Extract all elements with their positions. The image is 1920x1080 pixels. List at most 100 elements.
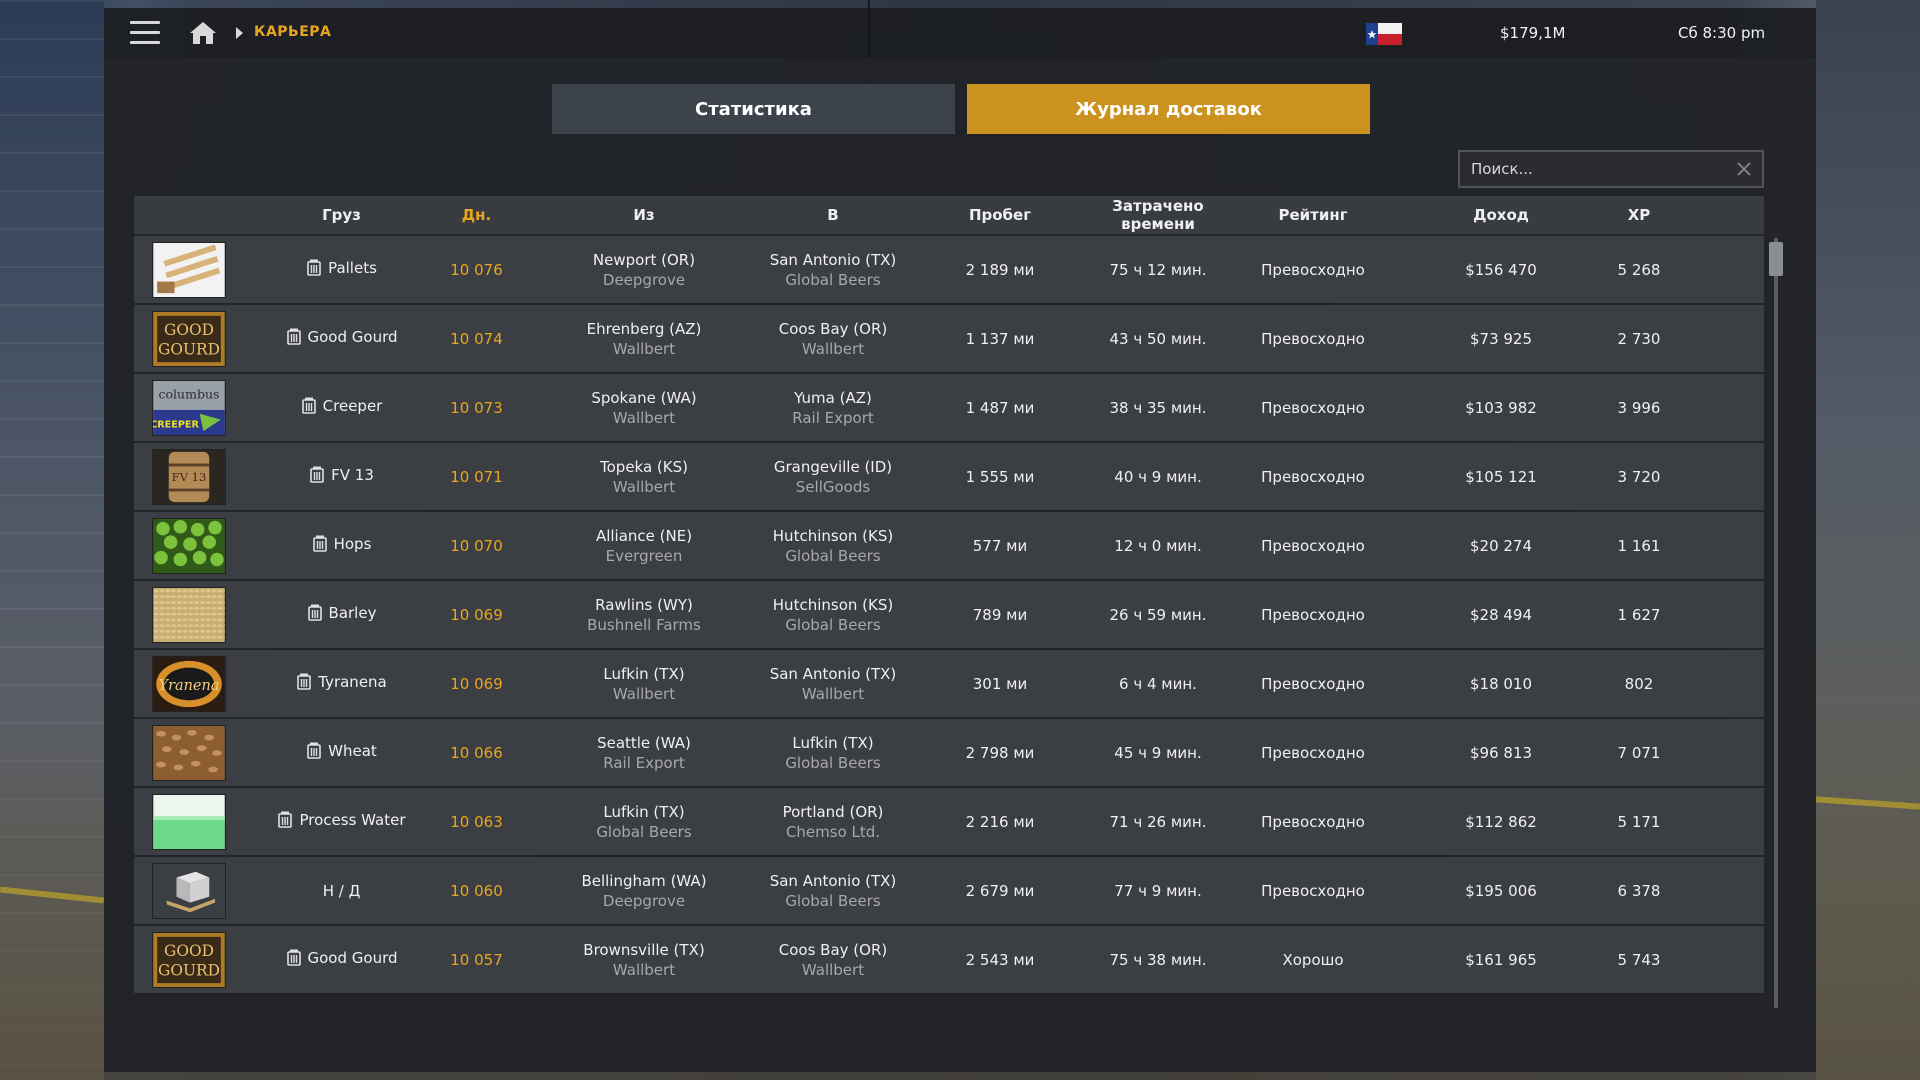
rating: Хорошо bbox=[1282, 950, 1344, 969]
scrollbar-track[interactable] bbox=[1774, 238, 1778, 1008]
hamburger-icon[interactable] bbox=[130, 21, 160, 45]
table-header: Груз Дн. Из В Пробег Затрачено времени Р… bbox=[134, 196, 1764, 234]
game-time: Сб 8:30 pm bbox=[1678, 24, 1766, 42]
xp: 1 161 bbox=[1617, 536, 1661, 555]
xp: 2 730 bbox=[1617, 329, 1661, 348]
header-time[interactable]: Затрачено времени bbox=[1108, 197, 1208, 233]
delivery-day: 10 069 bbox=[450, 605, 503, 624]
income: $103 982 bbox=[1465, 398, 1537, 417]
table-row[interactable]: FV 13 FV 13 10 071 Topeka (KS) Wallbert Grang… bbox=[134, 443, 1764, 510]
income: $156 470 bbox=[1465, 260, 1537, 279]
destination: Grangeville (ID) SellGoods bbox=[774, 458, 892, 496]
header-distance[interactable]: Пробег bbox=[892, 206, 1108, 224]
income: $20 274 bbox=[1469, 536, 1533, 555]
svg-text:columbus: columbus bbox=[159, 386, 220, 401]
svg-text:GOURD: GOURD bbox=[158, 961, 220, 979]
delivery-day: 10 066 bbox=[450, 743, 503, 762]
svg-text:GOURD: GOURD bbox=[158, 340, 220, 358]
top-bar: КАРЬЕРА $179,1M Сб 8:30 pm bbox=[104, 8, 1816, 58]
cargo-name: Pallets bbox=[328, 258, 377, 277]
table-row[interactable]: Barley 10 069 Rawlins (WY) Bushnell Farms Hu… bbox=[134, 581, 1764, 648]
time-spent: 77 ч 9 мин. bbox=[1114, 881, 1202, 900]
cargo-trailer-icon bbox=[297, 673, 312, 690]
header-day[interactable]: Дн. bbox=[439, 206, 514, 224]
tab-delivery-log[interactable]: Журнал доставок bbox=[967, 84, 1370, 134]
rating: Превосходно bbox=[1261, 260, 1365, 279]
home-icon[interactable] bbox=[188, 20, 218, 46]
rating: Превосходно bbox=[1261, 605, 1365, 624]
xp: 3 996 bbox=[1617, 398, 1661, 417]
table-row[interactable]: Pallets 10 076 Newport (OR) Deepgrove San An… bbox=[134, 236, 1764, 303]
distance: 301 ми bbox=[972, 674, 1028, 693]
table-row[interactable]: Process Water 10 063 Lufkin (TX) Global Bee… bbox=[134, 788, 1764, 855]
table-row[interactable]: GOOD GOURD Good Gourd 10 074 Ehrenberg (AZ) W… bbox=[134, 305, 1764, 372]
header-xp[interactable]: XP bbox=[1584, 206, 1694, 224]
table-row[interactable]: Н / Д 10 060 Bellingham (WA) Deepgrove San A… bbox=[134, 857, 1764, 924]
clear-search-icon[interactable] bbox=[1736, 161, 1752, 177]
rating: Превосходно bbox=[1261, 674, 1365, 693]
header-from[interactable]: Из bbox=[514, 206, 774, 224]
time-spent: 12 ч 0 мин. bbox=[1114, 536, 1202, 555]
cargo-trailer-icon bbox=[307, 742, 321, 759]
cargo-trailer-icon bbox=[307, 604, 322, 621]
xp: 5 743 bbox=[1617, 950, 1661, 969]
search-input[interactable] bbox=[1460, 152, 1730, 186]
xp: 1 627 bbox=[1617, 605, 1661, 624]
texas-flag-icon bbox=[1366, 23, 1402, 45]
table-row[interactable]: GOOD GOURD Good Gourd 10 057 Brownsville (TX… bbox=[134, 926, 1764, 993]
delivery-day: 10 063 bbox=[450, 812, 503, 831]
delivery-day: 10 071 bbox=[450, 467, 503, 486]
distance: 577 ми bbox=[972, 536, 1028, 555]
destination: Yuma (AZ) Rail Export bbox=[774, 389, 892, 427]
table-row[interactable]: columbus CREEPER Creeper 10 073 Spokane (WA)… bbox=[134, 374, 1764, 441]
tab-statistics[interactable]: Статистика bbox=[552, 84, 955, 134]
destination: Coos Bay (OR) Wallbert bbox=[774, 320, 892, 358]
income: $18 010 bbox=[1469, 674, 1533, 693]
cargo-name: Good Gourd bbox=[307, 948, 398, 967]
header-rating[interactable]: Рейтинг bbox=[1208, 206, 1418, 224]
svg-text:CREEPER: CREEPER bbox=[152, 419, 199, 430]
breadcrumb[interactable]: КАРЬЕРА bbox=[254, 24, 331, 40]
income: $195 006 bbox=[1465, 881, 1537, 900]
cargo-trailer-icon bbox=[312, 535, 327, 552]
header-income[interactable]: Доход bbox=[1418, 206, 1584, 224]
breadcrumb-chevron-icon bbox=[236, 27, 243, 39]
income: $28 494 bbox=[1469, 605, 1533, 624]
cargo-name: Tyranena bbox=[318, 672, 387, 691]
cargo-name: Hops bbox=[333, 534, 372, 553]
cargo-trailer-icon bbox=[286, 949, 301, 966]
cargo-image bbox=[134, 793, 244, 850]
table-row[interactable]: Hops 10 070 Alliance (NE) Evergreen Hutchins… bbox=[134, 512, 1764, 579]
destination: San Antonio (TX) Wallbert bbox=[770, 665, 897, 703]
income: $161 965 bbox=[1465, 950, 1537, 969]
distance: 2 543 ми bbox=[965, 950, 1035, 969]
table-row[interactable]: Wheat 10 066 Seattle (WA) Rail Export Lufkin… bbox=[134, 719, 1764, 786]
delivery-day: 10 073 bbox=[450, 398, 503, 417]
distance: 2 798 ми bbox=[965, 743, 1035, 762]
table-row[interactable]: Yranena Tyranena 10 069 Lufkin (TX) Wallbert… bbox=[134, 650, 1764, 717]
scrollbar-thumb[interactable] bbox=[1769, 242, 1783, 276]
cargo-name: Wheat bbox=[328, 741, 377, 760]
cargo-image: GOOD GOURD bbox=[134, 310, 244, 367]
delivery-log-panel: Статистика Журнал доставок Груз Дн. Из В… bbox=[104, 58, 1816, 1072]
rating: Превосходно bbox=[1261, 536, 1365, 555]
time-spent: 71 ч 26 мин. bbox=[1109, 812, 1207, 831]
header-cargo[interactable]: Груз bbox=[244, 206, 439, 224]
money-balance: $179,1M bbox=[1500, 24, 1566, 42]
header-to[interactable]: В bbox=[774, 206, 892, 224]
delivery-day: 10 074 bbox=[450, 329, 503, 348]
time-spent: 40 ч 9 мин. bbox=[1114, 467, 1202, 486]
cargo-name: Creeper bbox=[322, 396, 383, 415]
distance: 1 137 ми bbox=[965, 329, 1035, 348]
rating: Превосходно bbox=[1261, 881, 1365, 900]
delivery-day: 10 076 bbox=[450, 260, 503, 279]
xp: 7 071 bbox=[1617, 743, 1661, 762]
rating: Превосходно bbox=[1261, 812, 1365, 831]
delivery-day: 10 069 bbox=[450, 674, 503, 693]
time-spent: 38 ч 35 мин. bbox=[1109, 398, 1207, 417]
cargo-image: Yranena bbox=[134, 655, 244, 712]
svg-text:FV 13: FV 13 bbox=[172, 469, 207, 483]
cargo-image bbox=[134, 586, 244, 643]
time-spent: 26 ч 59 мин. bbox=[1109, 605, 1207, 624]
rating: Превосходно bbox=[1261, 743, 1365, 762]
